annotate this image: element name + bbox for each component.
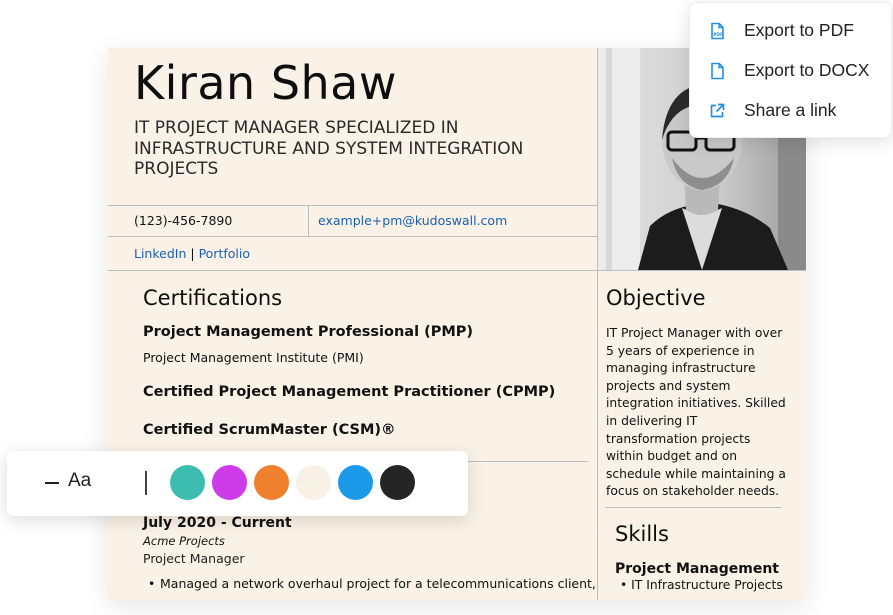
color-swatch-blue[interactable] [338, 465, 373, 500]
resume-subtitle: IT PROJECT MANAGER SPECIALIZED IN INFRAS… [134, 118, 524, 179]
color-swatch-purple[interactable] [212, 465, 247, 500]
toolbar-separator [145, 471, 147, 495]
links-separator: | [186, 246, 199, 261]
skills-item-text: IT Infrastructure Projects [631, 578, 783, 592]
job-bullet: • Managed a network overhaul project for … [148, 576, 596, 591]
job-role: Project Manager [143, 551, 245, 566]
export-docx-label: Export to DOCX [744, 60, 870, 80]
export-pdf-label: Export to PDF [744, 20, 854, 40]
phone-number: (123)-456-7890 [134, 213, 233, 228]
style-toolbar: Aa [7, 451, 468, 516]
document-file-icon [708, 62, 726, 80]
share-link-item[interactable]: Share a link [690, 91, 893, 131]
export-menu: PDF Export to PDF Export to DOCX Share a… [689, 2, 892, 138]
font-size-label[interactable]: Aa [68, 470, 91, 492]
share-link-label: Share a link [744, 100, 837, 120]
resume-name: Kiran Shaw [134, 56, 397, 110]
skills-category: Project Management [615, 561, 779, 577]
color-swatch-cream[interactable] [296, 465, 331, 500]
export-pdf-item[interactable]: PDF Export to PDF [690, 11, 893, 51]
color-swatch-black[interactable] [380, 465, 415, 500]
column-divider [597, 48, 598, 600]
cert-title: Project Management Professional (PMP) [143, 324, 474, 340]
bullet-dot: • [148, 576, 156, 591]
export-docx-item[interactable]: Export to DOCX [690, 51, 893, 91]
external-link-icon [708, 102, 726, 120]
job-bullet-text: Managed a network overhaul project for a… [160, 576, 596, 591]
certifications-heading: Certifications [143, 286, 283, 310]
job-company: Acme Projects [143, 534, 225, 548]
section-divider [606, 507, 781, 508]
objective-text: IT Project Manager with over 5 years of … [606, 326, 786, 499]
profile-links: LinkedIn | Portfolio [134, 246, 250, 261]
bullet-dot: • [620, 578, 632, 592]
portfolio-link[interactable]: Portfolio [199, 246, 250, 261]
cert-org: Project Management Institute (PMI) [143, 350, 364, 365]
header-divider [108, 270, 806, 271]
job-date: July 2020 - Current [143, 515, 292, 531]
objective-heading: Objective [606, 286, 706, 310]
color-swatch-orange[interactable] [254, 465, 289, 500]
decrease-font-size-button[interactable] [45, 482, 59, 484]
linkedin-link[interactable]: LinkedIn [134, 246, 186, 261]
contact-row: (123)-456-7890 example+pm@kudoswall.com [108, 205, 598, 237]
skills-heading: Skills [615, 522, 669, 546]
cert-title: Certified Project Management Practitione… [143, 384, 556, 400]
email-link[interactable]: example+pm@kudoswall.com [318, 213, 507, 228]
resume-header: Kiran Shaw IT PROJECT MANAGER SPECIALIZE… [108, 48, 598, 270]
cert-title: Certified ScrumMaster (CSM)® [143, 422, 396, 438]
skills-item: • IT Infrastructure Projects [620, 578, 783, 592]
contact-divider [308, 206, 309, 237]
color-swatch-teal[interactable] [170, 465, 205, 500]
svg-text:PDF: PDF [713, 32, 723, 38]
pdf-file-icon: PDF [708, 22, 726, 40]
